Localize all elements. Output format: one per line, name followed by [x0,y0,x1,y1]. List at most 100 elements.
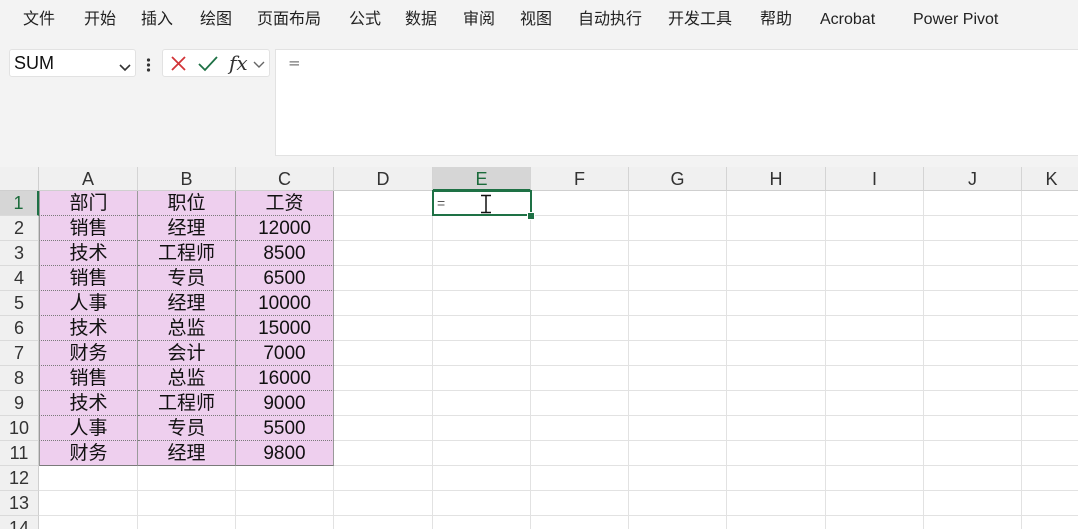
cell-j14[interactable] [924,516,1022,529]
cell-c9[interactable]: 9000 [236,391,334,416]
cell-k13[interactable] [1022,491,1078,516]
cell-f7[interactable] [531,341,629,366]
cell-c6[interactable]: 15000 [236,316,334,341]
cell-f1[interactable] [531,191,629,216]
cell-f8[interactable] [531,366,629,391]
cell-g8[interactable] [629,366,727,391]
column-header-i[interactable]: I [826,167,924,191]
cell-k5[interactable] [1022,291,1078,316]
cell-a10[interactable]: 人事 [39,416,138,441]
cell-a6[interactable]: 技术 [39,316,138,341]
more-vertical-icon[interactable] [146,57,151,76]
cell-j3[interactable] [924,241,1022,266]
cell-g2[interactable] [629,216,727,241]
cell-a9[interactable]: 技术 [39,391,138,416]
cell-c14[interactable] [236,516,334,529]
cell-i14[interactable] [826,516,924,529]
cell-e5[interactable] [433,291,531,316]
cell-h7[interactable] [727,341,826,366]
cell-j2[interactable] [924,216,1022,241]
cell-i3[interactable] [826,241,924,266]
cell-h8[interactable] [727,366,826,391]
cell-i10[interactable] [826,416,924,441]
cell-d3[interactable] [334,241,433,266]
cell-i11[interactable] [826,441,924,466]
cell-j12[interactable] [924,466,1022,491]
cell-j4[interactable] [924,266,1022,291]
cell-e14[interactable] [433,516,531,529]
cell-a14[interactable] [39,516,138,529]
cell-a4[interactable]: 销售 [39,266,138,291]
cell-a5[interactable]: 人事 [39,291,138,316]
cell-b2[interactable]: 经理 [138,216,236,241]
cell-g7[interactable] [629,341,727,366]
cell-d10[interactable] [334,416,433,441]
tab-0[interactable]: 文件 [23,0,55,40]
cell-c2[interactable]: 12000 [236,216,334,241]
fill-handle[interactable] [527,212,535,220]
cell-k7[interactable] [1022,341,1078,366]
cell-h2[interactable] [727,216,826,241]
cell-a12[interactable] [39,466,138,491]
cell-e9[interactable] [433,391,531,416]
cell-c11[interactable]: 9800 [236,441,334,466]
cell-c8[interactable]: 16000 [236,366,334,391]
column-header-j[interactable]: J [924,167,1022,191]
row-header-12[interactable]: 12 [0,466,39,491]
cell-g5[interactable] [629,291,727,316]
cell-f10[interactable] [531,416,629,441]
cell-d8[interactable] [334,366,433,391]
row-header-14[interactable]: 14 [0,516,39,529]
cell-i5[interactable] [826,291,924,316]
cell-e4[interactable] [433,266,531,291]
tab-9[interactable]: 自动执行 [578,0,642,40]
cell-b11[interactable]: 经理 [138,441,236,466]
cell-j8[interactable] [924,366,1022,391]
column-header-e[interactable]: E [433,167,531,191]
cell-k8[interactable] [1022,366,1078,391]
tab-11[interactable]: 帮助 [760,0,792,40]
cell-b4[interactable]: 专员 [138,266,236,291]
cell-j7[interactable] [924,341,1022,366]
cell-h10[interactable] [727,416,826,441]
cell-c10[interactable]: 5500 [236,416,334,441]
cell-k4[interactable] [1022,266,1078,291]
formula-input[interactable]: = [275,49,1078,156]
row-header-9[interactable]: 9 [0,391,39,416]
tab-13[interactable]: Power Pivot [913,0,998,40]
row-header-6[interactable]: 6 [0,316,39,341]
tab-8[interactable]: 视图 [520,0,552,40]
cell-b14[interactable] [138,516,236,529]
cell-g4[interactable] [629,266,727,291]
close-icon[interactable] [168,50,190,78]
cell-f13[interactable] [531,491,629,516]
cell-c13[interactable] [236,491,334,516]
cell-e3[interactable] [433,241,531,266]
cell-g14[interactable] [629,516,727,529]
tab-12[interactable]: Acrobat [820,0,875,40]
cell-d5[interactable] [334,291,433,316]
tab-4[interactable]: 页面布局 [257,0,321,40]
cell-e13[interactable] [433,491,531,516]
check-icon[interactable] [196,50,220,78]
cell-g13[interactable] [629,491,727,516]
cell-h5[interactable] [727,291,826,316]
cell-k2[interactable] [1022,216,1078,241]
chevron-down-icon[interactable] [119,58,131,77]
cell-e12[interactable] [433,466,531,491]
cell-k12[interactable] [1022,466,1078,491]
column-header-k[interactable]: K [1022,167,1078,191]
cell-b12[interactable] [138,466,236,491]
cell-d1[interactable] [334,191,433,216]
cell-d7[interactable] [334,341,433,366]
cell-i4[interactable] [826,266,924,291]
cell-i2[interactable] [826,216,924,241]
row-header-4[interactable]: 4 [0,266,39,291]
cell-i6[interactable] [826,316,924,341]
cell-c4[interactable]: 6500 [236,266,334,291]
cell-d2[interactable] [334,216,433,241]
cell-b1[interactable]: 职位 [138,191,236,216]
tab-6[interactable]: 数据 [405,0,437,40]
cell-e7[interactable] [433,341,531,366]
cell-i8[interactable] [826,366,924,391]
